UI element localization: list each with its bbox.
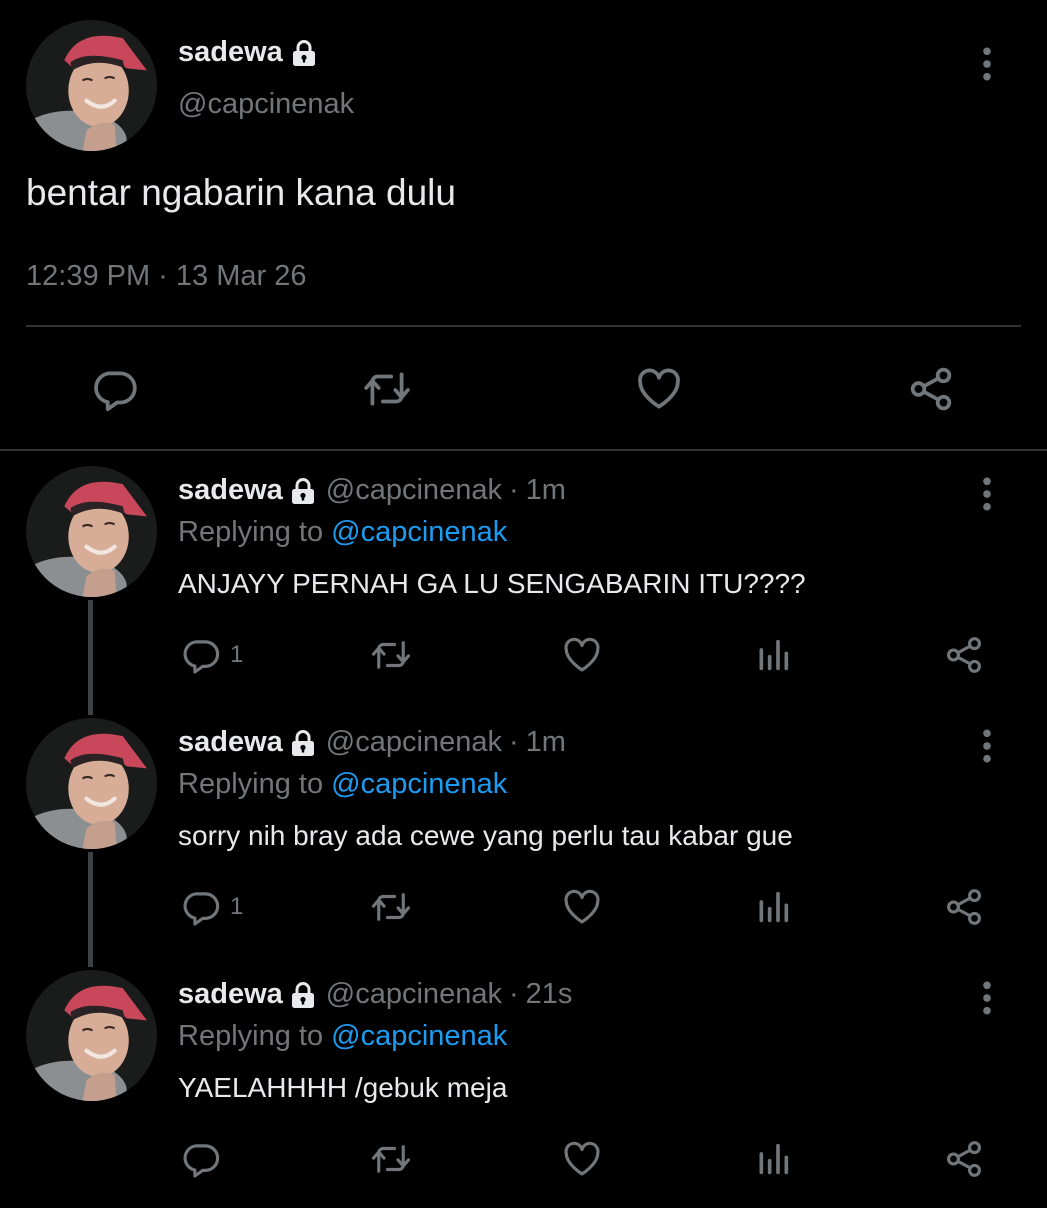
time-ago[interactable]: 1m — [526, 474, 566, 507]
like-icon[interactable] — [633, 364, 685, 414]
reply-count: 1 — [230, 893, 244, 920]
retweet-icon[interactable] — [360, 364, 414, 414]
display-name-text[interactable]: sadewa — [178, 36, 283, 69]
reply-header: sadewa @capcinenak · 1m — [178, 474, 566, 507]
replying-to: Replying to @capcinenak — [178, 516, 507, 549]
retweet-icon[interactable] — [368, 886, 414, 928]
reply-icon[interactable] — [90, 364, 140, 414]
replying-to: Replying to @capcinenak — [178, 768, 507, 801]
display-name[interactable]: sadewa — [178, 36, 317, 69]
replying-prefix: Replying to — [178, 516, 324, 548]
handle[interactable]: @capcinenak — [326, 726, 502, 759]
display-name[interactable]: sadewa — [178, 474, 283, 507]
retweet-icon[interactable] — [368, 634, 414, 676]
analytics-icon[interactable] — [753, 634, 793, 676]
display-name[interactable]: sadewa — [178, 726, 283, 759]
more-icon[interactable] — [981, 46, 993, 82]
separator: · — [508, 978, 519, 1010]
retweet-icon[interactable] — [368, 1138, 414, 1180]
handle[interactable]: @capcinenak — [178, 88, 354, 121]
share-icon[interactable] — [906, 364, 956, 414]
timestamp[interactable]: 12:39 PM · 13 Mar 26 — [26, 260, 306, 293]
reply-button[interactable]: 1 — [180, 634, 243, 676]
reply-tweet[interactable]: sadewa @capcinenak · 1m Replying to @cap… — [0, 704, 1047, 956]
reply-icon — [180, 634, 222, 676]
replying-handle-link[interactable]: @capcinenak — [331, 516, 507, 548]
lock-icon — [290, 981, 316, 1009]
reply-text: sorry nih bray ada cewe yang perlu tau k… — [178, 820, 793, 851]
reply-icon — [180, 886, 222, 928]
replying-prefix: Replying to — [178, 768, 324, 800]
analytics-icon[interactable] — [753, 1138, 793, 1180]
like-icon[interactable] — [561, 634, 603, 676]
reply-text: YAELAHHHH /gebuk meja — [178, 1072, 508, 1103]
share-icon[interactable] — [943, 886, 985, 928]
lock-icon — [290, 477, 316, 505]
replying-handle-link[interactable]: @capcinenak — [331, 1020, 507, 1052]
replying-prefix: Replying to — [178, 1020, 324, 1052]
share-icon[interactable] — [943, 1138, 985, 1180]
divider — [0, 449, 1047, 451]
avatar[interactable] — [26, 970, 157, 1101]
avatar[interactable] — [26, 718, 157, 849]
more-icon[interactable] — [981, 980, 993, 1016]
tweet-text: bentar ngabarin kana dulu — [26, 172, 456, 213]
handle[interactable]: @capcinenak — [326, 978, 502, 1011]
reply-icon — [180, 1138, 222, 1180]
time-ago[interactable]: 21s — [526, 978, 573, 1011]
lock-icon — [290, 729, 316, 757]
separator: · — [508, 726, 519, 758]
replying-handle-link[interactable]: @capcinenak — [331, 768, 507, 800]
divider — [26, 325, 1021, 327]
reply-count: 1 — [230, 641, 244, 668]
reply-tweet[interactable]: sadewa @capcinenak · 1m Replying to @cap… — [0, 452, 1047, 704]
reply-button[interactable] — [180, 1138, 230, 1180]
avatar[interactable] — [26, 20, 157, 151]
reply-header: sadewa @capcinenak · 21s — [178, 978, 572, 1011]
handle[interactable]: @capcinenak — [326, 474, 502, 507]
like-icon[interactable] — [561, 886, 603, 928]
more-icon[interactable] — [981, 476, 993, 512]
avatar[interactable] — [26, 466, 157, 597]
analytics-icon[interactable] — [753, 886, 793, 928]
reply-tweet[interactable]: sadewa @capcinenak · 21s Replying to @ca… — [0, 956, 1047, 1208]
reply-button[interactable]: 1 — [180, 886, 243, 928]
replying-to: Replying to @capcinenak — [178, 1020, 507, 1053]
like-icon[interactable] — [561, 1138, 603, 1180]
display-name[interactable]: sadewa — [178, 978, 283, 1011]
lock-icon — [291, 39, 317, 67]
separator: · — [508, 474, 519, 506]
share-icon[interactable] — [943, 634, 985, 676]
time-ago[interactable]: 1m — [526, 726, 566, 759]
reply-text: ANJAYY PERNAH GA LU SENGABARIN ITU???? — [178, 568, 806, 599]
more-icon[interactable] — [981, 728, 993, 764]
reply-header: sadewa @capcinenak · 1m — [178, 726, 566, 759]
